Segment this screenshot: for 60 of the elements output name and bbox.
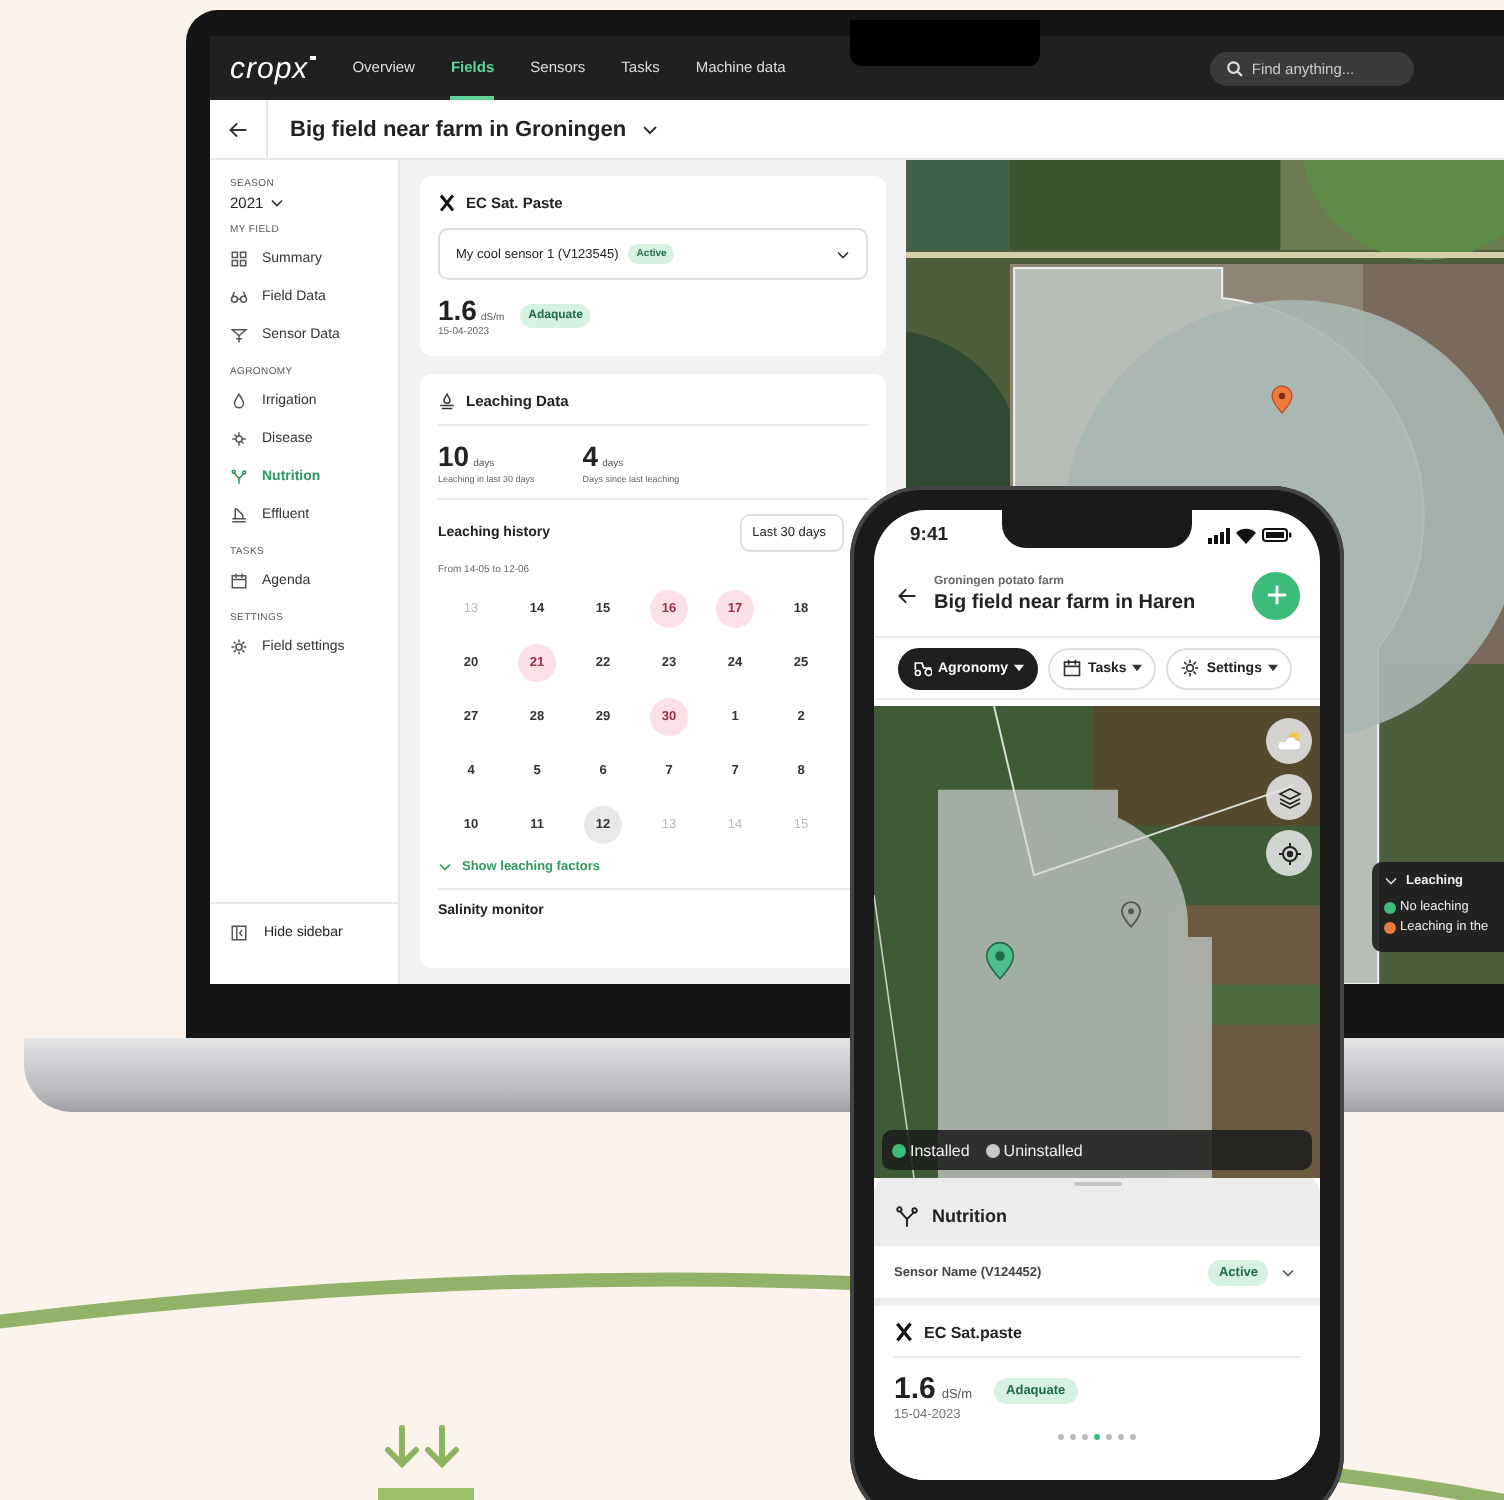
molecule-icon (894, 1203, 920, 1229)
settings-icon (230, 638, 248, 656)
sidebar-collapse-icon (230, 923, 248, 941)
drop-icon (438, 392, 456, 410)
back-arrow-icon (228, 119, 248, 139)
map-pin-icon[interactable] (1270, 384, 1294, 414)
molecule-icon (230, 468, 248, 486)
page-dot[interactable] (1058, 1434, 1064, 1440)
field-title: Big field near farm in Groningen (290, 117, 627, 141)
target-icon (1277, 841, 1301, 865)
sheet-handle[interactable] (1073, 1182, 1121, 1186)
chevron-down-icon (1280, 1267, 1296, 1277)
download-icon (374, 1424, 478, 1500)
signal-icon (1208, 527, 1230, 543)
sensor-icon (230, 326, 248, 344)
factory-icon (230, 506, 248, 524)
back-arrow-icon[interactable] (896, 585, 918, 605)
x-logo-icon (438, 194, 456, 212)
status-time: 9:41 (910, 524, 949, 546)
chevron-down-icon (438, 862, 452, 872)
page-dot[interactable] (1130, 1434, 1136, 1440)
calendar-icon (230, 572, 248, 590)
page-dot[interactable] (1070, 1434, 1076, 1440)
caret-down-icon (1267, 664, 1278, 672)
drop-icon (230, 392, 248, 410)
grid-icon (230, 250, 248, 268)
search-icon (1225, 59, 1244, 77)
logo: cropx (230, 51, 309, 85)
chevron-down-icon (836, 249, 850, 259)
layers-icon (1277, 785, 1301, 809)
page-dot[interactable] (1106, 1434, 1112, 1440)
sun-cloud-icon (1275, 730, 1303, 752)
legend-label: Uninstalled (1003, 1141, 1083, 1159)
tractor-icon (912, 658, 932, 678)
caret-down-icon (1132, 664, 1143, 672)
chevron-down-icon (269, 198, 284, 208)
settings-icon (1180, 658, 1201, 678)
add-button[interactable] (1252, 571, 1300, 619)
field-title: Big field near farm in Haren (934, 592, 1198, 614)
battery-icon (1262, 528, 1292, 542)
metric-name: EC Sat.paste (924, 1323, 1022, 1341)
sheet-title: Nutrition (932, 1206, 1007, 1226)
legend-label: Installed (910, 1141, 970, 1159)
page-dot[interactable] (1082, 1434, 1088, 1440)
x-logo-icon (894, 1322, 914, 1342)
virus-icon (230, 430, 248, 448)
glasses-icon (230, 288, 248, 306)
calendar-icon (1062, 658, 1082, 678)
chevron-down-icon[interactable] (642, 123, 659, 135)
reading-value: 1.6 (438, 294, 477, 326)
page-dot[interactable] (1094, 1434, 1100, 1440)
caret-down-icon (1014, 664, 1024, 672)
map-pin-icon[interactable] (984, 940, 1016, 980)
wifi-icon (1236, 527, 1256, 543)
plus-icon (1265, 584, 1287, 606)
reading-value: 1.6 (894, 1372, 936, 1406)
map-pin-icon[interactable] (1120, 900, 1142, 928)
stat-value: 4 (582, 440, 599, 472)
stat-value: 10 (438, 440, 470, 472)
page-dot[interactable] (1118, 1434, 1124, 1440)
